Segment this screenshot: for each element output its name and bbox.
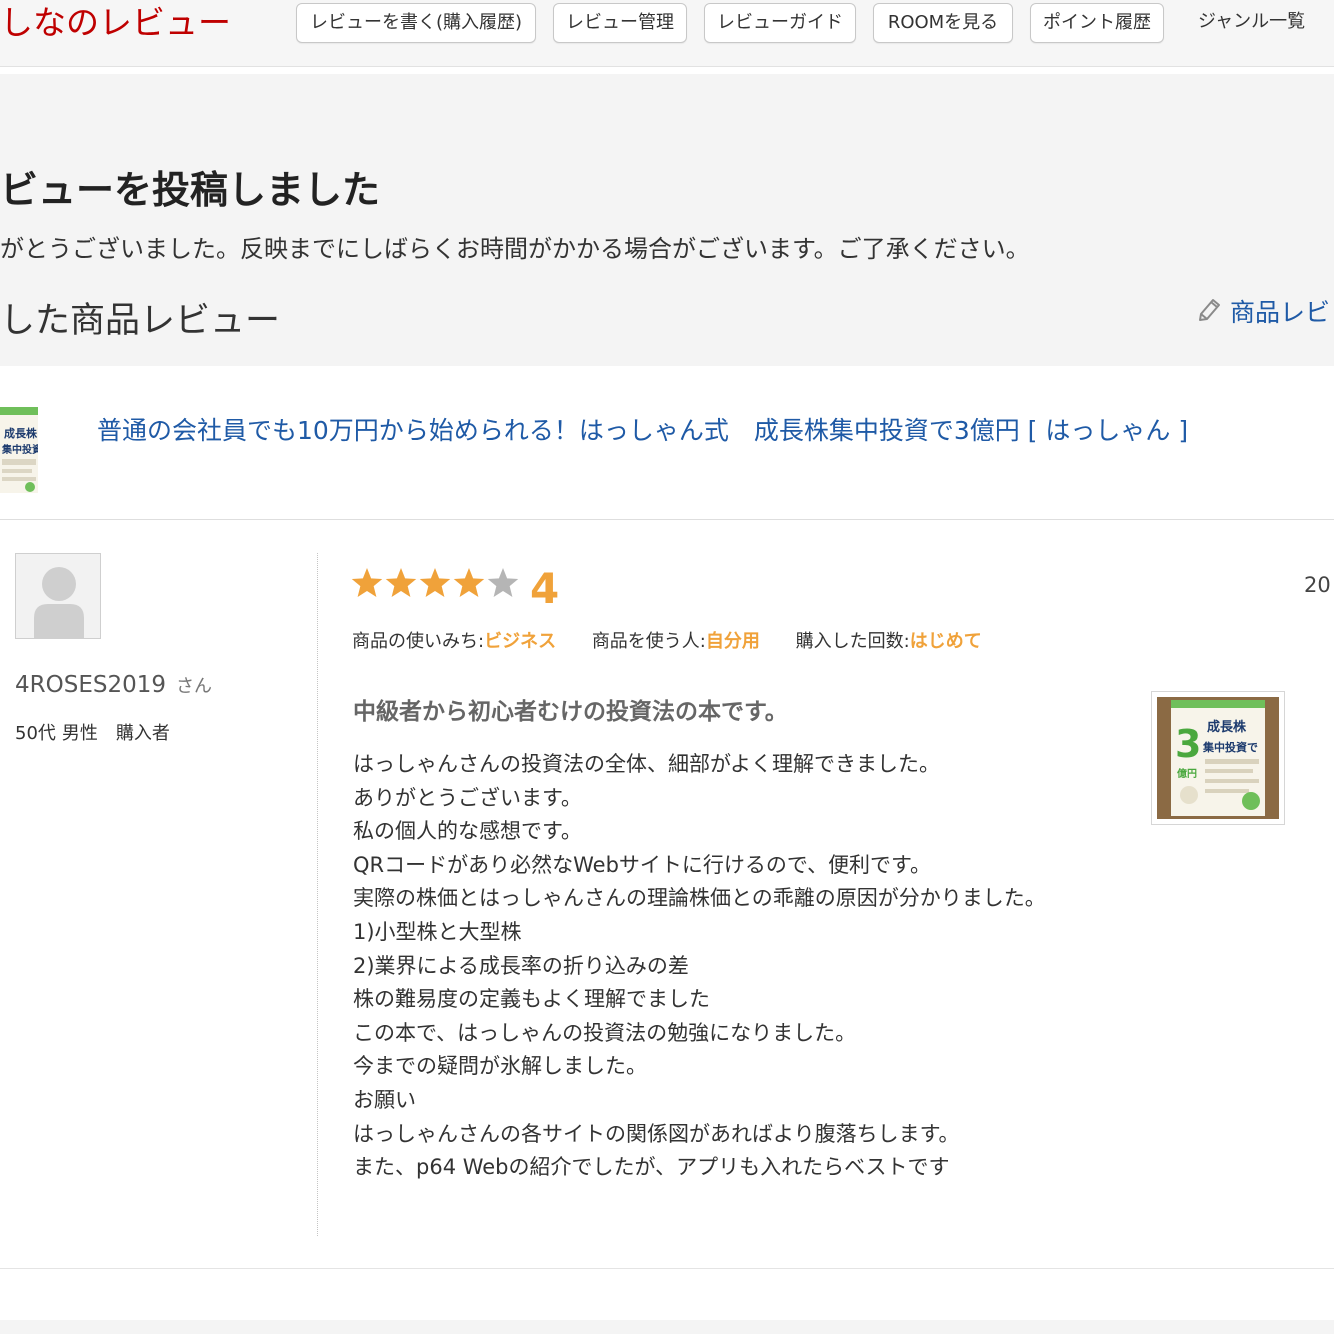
nav-review-guide-button[interactable]: レビューガイド [704,3,856,43]
site-brand[interactable]: しなのレビュー [0,2,231,44]
nav-point-history-button[interactable]: ポイント履歴 [1030,3,1164,43]
header-gap [0,67,1334,74]
review-body-line: 今までの疑問が氷解しました。 [353,1054,647,1079]
review-body-line: ありがとうございます。 [353,785,582,810]
attribute-user-value: 自分用 [705,631,760,652]
attribute-purchase-count-value: はじめて [909,631,982,652]
star-icon [487,568,519,597]
review-date: 20 [1304,573,1331,597]
star-icon [351,568,383,597]
top-navigation-bar: しなのレビュー レビューを書く(購入履歴) レビュー管理 レビューガイド ROO… [0,0,1334,67]
reviewer-nickname: 4ROSES2019 [15,672,166,698]
attribute-purchase-count-label: 購入した回数: [795,631,910,652]
review-body: はっしゃんさんの投資法の全体、細部がよく理解できました。 ありがとうございます。… [353,748,1133,1185]
review-body-line: お願い [353,1087,416,1112]
posted-title: ビューを投稿しました [0,168,381,212]
review-attached-image[interactable]: 3 成長株 集中投資で 億円 [1151,691,1285,825]
posted-reviews-section-title: した商品レビュー [0,301,281,341]
reviewer-honorific: さん [175,676,212,697]
review-body-line: 私の個人的な感想です。 [353,819,582,844]
product-cover-word-2: 集中投資で [1,443,38,456]
review-image-word-1: 成長株 [1207,719,1247,735]
footer-band [0,1320,1334,1334]
product-cover-word-1: 成長株 [4,426,38,440]
reviewer-gender: 男性 [61,723,98,744]
pencil-icon [1196,295,1224,334]
review-attributes: 商品の使いみち:ビジネス 商品を使う人:自分用 購入した回数:はじめて [352,628,1012,656]
write-product-review-label: 商品レビ [1230,298,1331,327]
review-image-word-3: 億円 [1177,767,1197,780]
reviewer-profile: 50代 男性 購入者 [15,720,188,748]
review-image-number: 3 [1175,722,1201,766]
review-body-line: はっしゃんさんの各サイトの関係図があればより腹落ちします。 [353,1121,960,1146]
buyer-badge: 購入者 [115,723,170,744]
write-product-review-link[interactable]: 商品レビ [1196,294,1330,334]
review-body-line: この本で、はっしゃんの投資法の勉強になりました。 [353,1020,857,1045]
attribute-user: 商品を使う人:自分用 [592,631,760,652]
attribute-user-label: 商品を使う人: [591,631,706,652]
nav-genre-list-link[interactable]: ジャンル一覧 [1198,3,1305,43]
review-body-line: 2)業界による成長率の折り込みの差 [353,953,689,978]
product-row: 成長株 集中投資で 普通の会社員でも10万円から始められる！はっしゃん式 成長株… [0,367,1334,520]
product-title-link[interactable]: 普通の会社員でも10万円から始められる！はっしゃん式 成長株集中投資で3億円 [… [97,411,1188,451]
review-body-line: また、p64 Webの紹介でしたが、アプリも入れたらベストです [353,1155,950,1180]
nav-review-management-button[interactable]: レビュー管理 [553,3,687,43]
star-icon [453,568,485,597]
product-thumbnail[interactable]: 成長株 集中投資で [0,407,38,493]
review-body-line: QRコードがあり必然なWebサイトに行けるので、便利です。 [353,852,931,877]
star-icon [385,568,417,597]
review-body-line: 実際の株価とはっしゃんさんの理論株価との乖離の原因が分かりました。 [353,886,1046,911]
review-image-word-2: 集中投資で [1202,740,1258,754]
review-body-line: 株の難易度の定義もよく理解でました [353,987,710,1012]
star-icon [419,568,451,597]
default-avatar-icon [16,554,100,638]
reviewer-age: 50代 [15,723,56,744]
review-bottom-divider [0,1268,1334,1269]
reviewer-name[interactable]: 4ROSES2019 さん [15,667,212,705]
review-title: 中級者から初心者むけの投資法の本です。 [353,699,788,725]
column-divider [317,553,318,1236]
nav-write-review-button[interactable]: レビューを書く(購入履歴) [296,3,536,43]
nav-room-button[interactable]: ROOMを見る [873,3,1013,43]
reviewer-avatar [15,553,101,639]
attribute-purchase-count: 購入した回数:はじめて [796,631,982,652]
posted-message: がとうございました。反映までにしばらくお時間がかかる場合がございます。ご了承くだ… [0,235,1030,263]
attribute-usage-label: 商品の使いみち: [352,631,485,652]
attribute-usage-value: ビジネス [484,631,557,652]
review-body-line: はっしゃんさんの投資法の全体、細部がよく理解できました。 [353,752,940,776]
rating-number: 4 [530,564,560,613]
review-body-line: 1)小型株と大型株 [353,919,522,944]
attribute-usage: 商品の使いみち:ビジネス [352,631,556,652]
